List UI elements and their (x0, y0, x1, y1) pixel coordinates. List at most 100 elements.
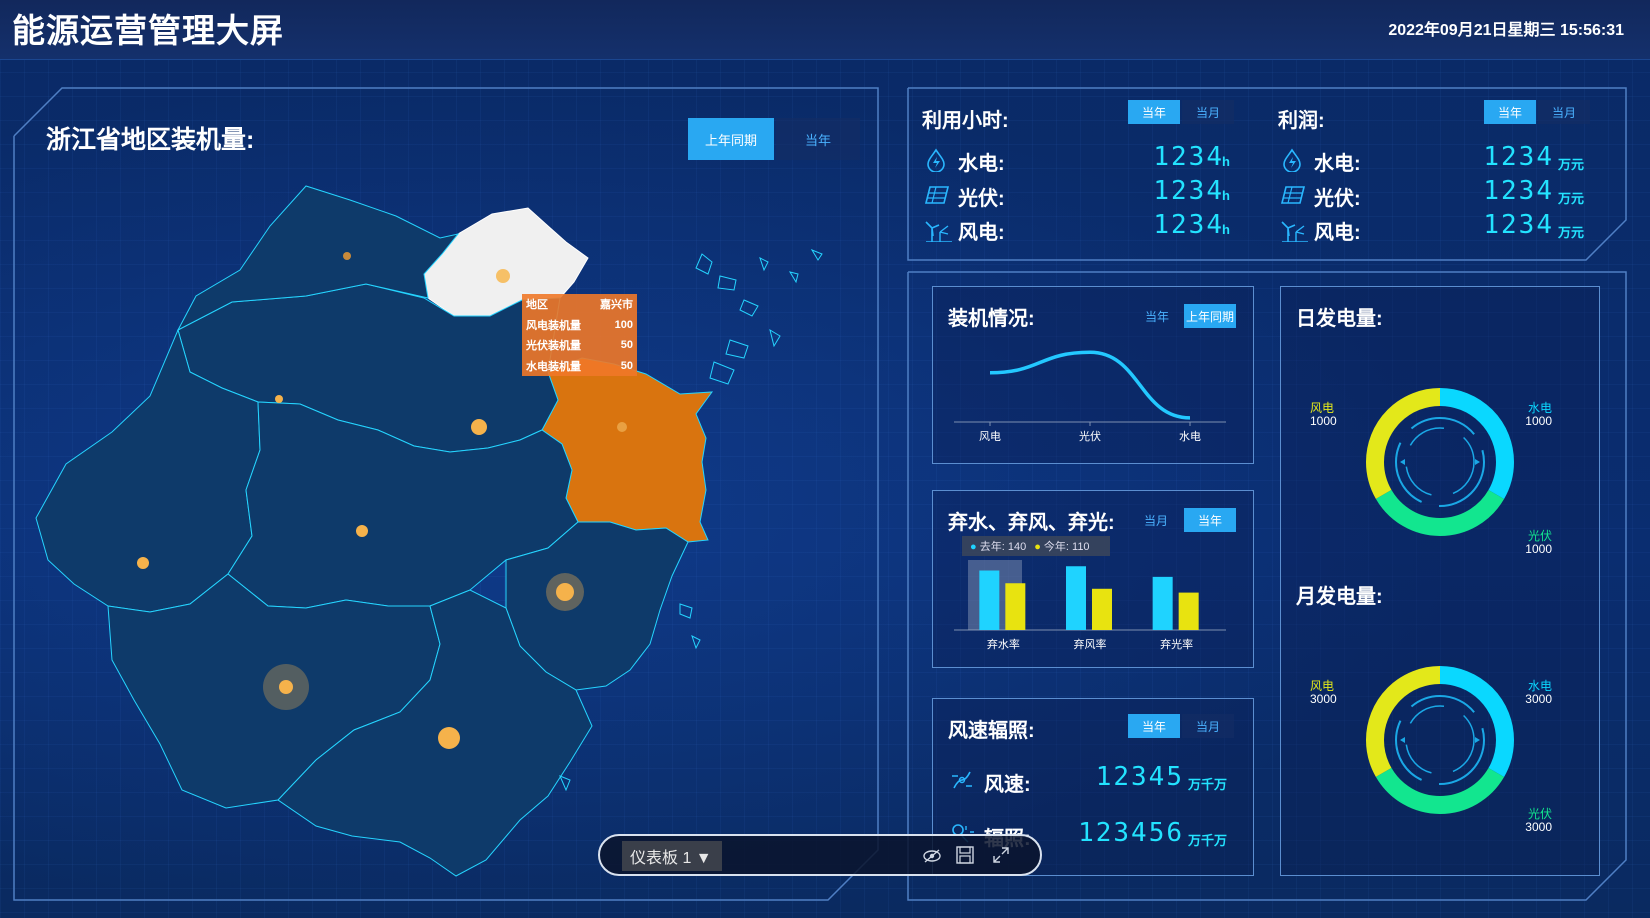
wind-irr-title: 风速辐照: (948, 720, 1035, 742)
wind-irr-year-button[interactable]: 当年 (1128, 714, 1180, 738)
utilization-water-value: 1234 (1153, 142, 1224, 172)
slice-value: 3000 (1525, 692, 1552, 706)
ring-arrow (1400, 737, 1405, 743)
x-tick-label: 弃光率 (1160, 637, 1193, 651)
utilization-month-button[interactable]: 当月 (1182, 100, 1234, 124)
utilization-wind-label: 风电: (958, 222, 1005, 244)
install-last-year-button[interactable]: 上年同期 (1184, 304, 1236, 328)
monthly-power-title: 月发电量: (1296, 586, 1383, 608)
tooltip-value: 50 (620, 359, 633, 372)
profit-solar-value: 1234 (1483, 176, 1554, 206)
tooltip-row: 风电装机量 100 (522, 315, 637, 336)
tooltip-value: 嘉兴市 (600, 299, 633, 312)
ring-arrow (1475, 459, 1480, 465)
wind-speed-unit: 万千万 (1188, 777, 1228, 792)
install-year-button[interactable]: 当年 (1132, 304, 1182, 328)
wind-irr-month-button[interactable]: 当月 (1182, 714, 1234, 738)
irradiance-value: 123456 (1078, 818, 1184, 848)
tooltip-row: 地区 嘉兴市 (522, 294, 637, 315)
map-regions (35, 185, 823, 877)
datetime: 2022年09月21日星期三 15:56:31 (1388, 22, 1624, 39)
curtail-year-button[interactable]: 当年 (1184, 508, 1236, 532)
map-tooltip: 地区 嘉兴市 风电装机量 100 光伏装机量 50 水电装机量 50 (522, 294, 637, 376)
map-marker[interactable] (556, 583, 574, 601)
utilization-wind-value: 1234 (1153, 210, 1224, 240)
profit-title: 利润: (1278, 110, 1325, 132)
tooltip-label: 风电装机量 (526, 319, 581, 332)
slice-value: 1000 (1310, 414, 1337, 428)
map-marker[interactable] (438, 727, 460, 749)
tooltip-this-year: ● 今年: 110 (1034, 541, 1090, 553)
wind-speed-value: 12345 (1095, 762, 1184, 792)
save-icon[interactable] (956, 846, 974, 864)
tooltip-label: 水电装机量 (526, 360, 581, 373)
profit-water-value: 1234 (1483, 142, 1554, 172)
curtail-month-button[interactable]: 当月 (1130, 508, 1182, 532)
tooltip-value: 100 (614, 318, 633, 331)
wind-speed-icon (952, 771, 972, 789)
bar (1066, 566, 1086, 630)
wind-turbine-icon (1281, 221, 1308, 242)
map-marker[interactable] (471, 419, 487, 435)
utilization-water-unit: h (1222, 154, 1230, 169)
dashboard-select[interactable]: 仪表板 1 ▼ (622, 841, 722, 871)
donut-slice-label: 水电 1000 (1506, 402, 1552, 428)
water-drop-icon (927, 148, 945, 172)
curtail-bar-chart: 弃水率 弃风率 弃光率 (954, 560, 1226, 651)
x-tick-label: 水电 (1179, 430, 1201, 443)
inner-ring (1395, 417, 1485, 507)
donut-slice-label: 光伏 1000 (1506, 530, 1552, 556)
donut-slice-label: 水电 3000 (1506, 680, 1552, 706)
water-drop-icon (1283, 148, 1301, 172)
zhejiang-map[interactable] (0, 0, 880, 918)
monthly-power-donut (1366, 666, 1514, 814)
curtail-title: 弃水、弃风、弃光: (948, 512, 1115, 534)
profit-year-button[interactable]: 当年 (1484, 100, 1536, 124)
x-tick-label: 弃水率 (987, 637, 1020, 651)
donut-slice-label: 光伏 3000 (1506, 808, 1552, 834)
curtail-tooltip: ● 去年: 140 ● 今年: 110 (962, 536, 1110, 556)
bar (1178, 592, 1199, 630)
map-marker[interactable] (496, 269, 510, 283)
profit-wind-label: 风电: (1314, 222, 1361, 244)
map-marker[interactable] (137, 557, 149, 569)
slice-value: 1000 (1525, 414, 1552, 428)
irradiance-unit: 万千万 (1188, 833, 1228, 848)
wind-speed-label: 风速: (984, 774, 1031, 796)
tooltip-value: 50 (620, 339, 633, 352)
tooltip-label: 地区 (526, 299, 548, 312)
fullscreen-icon[interactable] (992, 846, 1010, 864)
donut-slice-label: 风电 3000 (1310, 680, 1356, 706)
eye-icon[interactable] (922, 848, 942, 864)
inner-ring (1395, 695, 1485, 785)
series-line (989, 350, 1191, 420)
utilization-title: 利用小时: (922, 110, 1009, 132)
bar (1092, 588, 1112, 630)
profit-water-label: 水电: (1314, 153, 1361, 175)
utilization-water-label: 水电: (958, 153, 1005, 175)
ring-arrow (1475, 737, 1480, 743)
slice-value: 1000 (1525, 542, 1552, 556)
solar-panel-icon (924, 186, 950, 204)
profit-solar-label: 光伏: (1314, 188, 1361, 210)
dashboard-toolbar: 仪表板 1 ▼ (598, 834, 1042, 876)
install-title: 装机情况: (948, 308, 1035, 330)
tooltip-row: 水电装机量 50 (522, 356, 637, 377)
profit-month-button[interactable]: 当月 (1538, 100, 1590, 124)
daily-power-title: 日发电量: (1296, 308, 1383, 330)
utilization-solar-unit: h (1222, 188, 1230, 203)
bar (979, 570, 1000, 630)
profit-solar-unit: 万元 (1558, 191, 1585, 206)
map-marker[interactable] (275, 395, 283, 403)
profit-wind-value: 1234 (1483, 210, 1554, 240)
map-marker[interactable] (356, 525, 368, 537)
bar (1152, 576, 1173, 630)
x-tick-label: 光伏 (1079, 429, 1101, 443)
map-marker[interactable] (279, 680, 293, 694)
utilization-year-button[interactable]: 当年 (1128, 100, 1180, 124)
map-marker[interactable] (343, 252, 351, 260)
bar (1005, 583, 1026, 630)
profit-wind-unit: 万元 (1558, 225, 1585, 240)
utilization-solar-label: 光伏: (958, 188, 1005, 210)
map-marker[interactable] (617, 422, 627, 432)
